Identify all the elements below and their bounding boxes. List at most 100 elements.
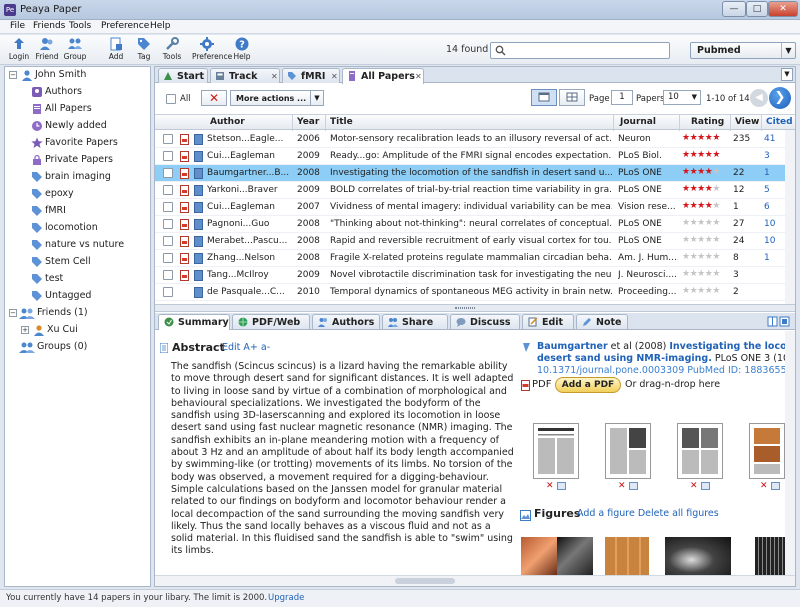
row-checkbox[interactable] [163,236,173,246]
delete-page-icon[interactable]: ✕ [546,481,554,491]
pdf-icon[interactable] [180,270,189,281]
select-all-checkbox[interactable] [166,94,176,104]
column-view[interactable]: View [735,117,759,127]
sidebar-item-private[interactable]: Private Papers [5,152,150,168]
collapse-icon[interactable]: − [9,71,17,79]
star-icon[interactable]: ★ [712,252,720,262]
star-icon[interactable]: ★ [682,286,690,296]
sidebar-tag-untagged[interactable]: Untagged [5,288,150,304]
citation-title-cont[interactable]: desert sand using NMR-imaging. [537,353,712,364]
row-checkbox[interactable] [163,219,173,229]
tab-edit[interactable]: Edit [522,314,574,329]
star-icon[interactable]: ★ [712,150,720,160]
delete-page-icon[interactable]: ✕ [760,481,768,491]
star-icon[interactable]: ★ [712,184,720,194]
splitter-grip[interactable] [455,307,475,309]
detail-scrollbar[interactable] [785,331,795,575]
menu-tools[interactable]: Tools [69,21,91,31]
web-link-icon[interactable] [194,134,203,145]
table-scrollbar[interactable] [785,130,795,304]
tab-summary[interactable]: Summary [158,314,230,330]
cell-cited[interactable]: 1 [764,168,770,178]
chevron-down-icon[interactable]: ▼ [781,43,795,58]
cell-cited[interactable]: 41 [764,134,775,144]
menu-file[interactable]: File [10,21,25,31]
rating-stars[interactable]: ★★★★★ [682,133,720,143]
close-button[interactable]: ✕ [768,1,798,17]
pdf-icon[interactable] [180,151,189,162]
detail-horizontal-scrollbar[interactable] [155,575,795,586]
tab-track[interactable]: Track ✕ [210,68,280,83]
row-checkbox[interactable] [163,134,173,144]
sidebar-item-favorite[interactable]: Favorite Papers [5,135,150,151]
figure-thumbnail[interactable] [557,537,593,575]
search-box[interactable] [490,42,670,59]
star-icon[interactable]: ★ [682,235,690,245]
cell-cited[interactable]: 1 [764,253,770,263]
next-page-button[interactable]: ❯ [769,87,791,109]
star-icon[interactable]: ★ [712,133,720,143]
column-year[interactable]: Year [297,117,319,127]
star-icon[interactable]: ★ [697,269,705,279]
table-row[interactable]: Pagnoni...Guo 2008 "Thinking about not-thi… [155,216,795,233]
help-button[interactable]: ? Help [227,37,257,64]
sidebar-item-authors[interactable]: Authors [5,84,150,100]
close-icon[interactable]: ✕ [331,72,338,81]
pane-splitter[interactable] [155,304,795,312]
star-icon[interactable]: ★ [682,184,690,194]
table-row[interactable]: Cui...Eagleman 2007 Vividness of mental im… [155,199,795,216]
menu-friends[interactable]: Friends [33,21,65,31]
web-link-icon[interactable] [194,236,203,247]
split-view-icon[interactable] [767,316,791,327]
delete-page-icon[interactable]: ✕ [618,481,626,491]
star-icon[interactable]: ★ [682,133,690,143]
star-icon[interactable]: ★ [682,167,690,177]
tab-fmri[interactable]: fMRI ✕ [282,68,340,83]
tab-pdf-web[interactable]: PDF/Web [232,314,310,329]
row-checkbox[interactable] [163,270,173,280]
table-row[interactable]: Yarkoni...Braver 2009 BOLD correlates of t… [155,182,795,199]
pdf-page-thumbnail[interactable] [749,423,785,479]
rating-stars[interactable]: ★★★★★ [682,286,720,296]
citation-doi[interactable]: 10.1371/journal.pone.0003309 PubMed ID: … [537,365,795,376]
tab-authors[interactable]: Authors [312,314,380,329]
login-button[interactable]: Login [4,37,34,64]
close-icon[interactable]: ✕ [271,72,278,81]
sidebar-item-newly-added[interactable]: Newly added [5,118,150,134]
rating-stars[interactable]: ★★★★★ [682,167,720,177]
tab-note[interactable]: Note [576,314,628,329]
pdf-icon[interactable] [180,236,189,247]
tag-button[interactable]: Tag [129,37,159,64]
maximize-button[interactable]: □ [746,1,768,17]
figures-links[interactable]: Add a figure Delete all figures [577,508,719,519]
rating-stars[interactable]: ★★★★★ [682,218,720,228]
column-author[interactable]: Author [210,117,245,127]
rating-stars[interactable]: ★★★★★ [682,235,720,245]
tools-button[interactable]: Tools [157,37,187,64]
add-button[interactable]: Add [101,37,131,64]
prev-page-button[interactable]: ◀ [750,89,768,107]
star-icon[interactable]: ★ [697,167,705,177]
pdf-page-thumbnail[interactable] [533,423,579,479]
star-icon[interactable]: ★ [697,133,705,143]
figure-thumbnail[interactable] [521,537,557,575]
open-page-icon[interactable] [701,482,710,490]
sidebar-tag-test[interactable]: test [5,271,150,287]
pdf-icon[interactable] [180,219,189,230]
figure-thumbnail[interactable] [755,537,785,575]
row-checkbox[interactable] [163,151,173,161]
star-icon[interactable]: ★ [712,201,720,211]
web-link-icon[interactable] [194,168,203,179]
open-page-icon[interactable] [557,482,566,490]
collapse-icon[interactable]: − [9,309,17,317]
menu-help[interactable]: Help [150,21,171,31]
sidebar-tag-nature[interactable]: nature vs nuture [5,237,150,253]
row-checkbox[interactable] [163,168,173,178]
cell-cited[interactable]: 5 [764,185,770,195]
delete-button[interactable]: ✕ [201,90,227,106]
tree-user[interactable]: − John Smith [5,67,150,83]
star-icon[interactable]: ★ [697,286,705,296]
citation-title[interactable]: Investigating the locomotio [669,341,795,352]
close-icon[interactable]: ✕ [415,72,422,81]
pdf-icon[interactable] [180,202,189,213]
